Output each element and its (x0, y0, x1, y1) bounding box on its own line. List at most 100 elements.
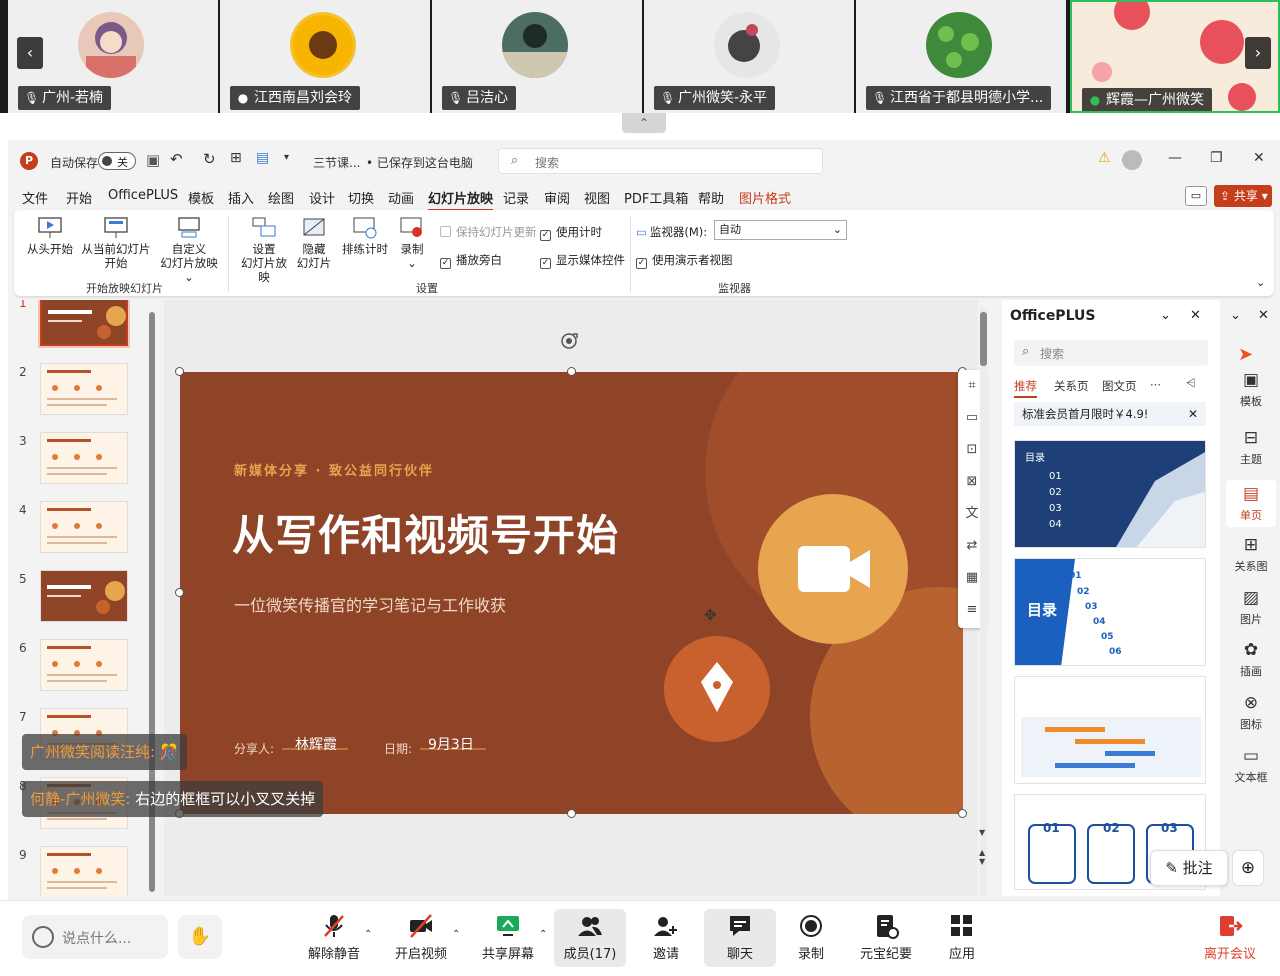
rehearse-timings-button[interactable]: 排练计时 (340, 216, 390, 256)
side-tool-5[interactable]: ✿ 插画 (1226, 640, 1276, 679)
tab-15[interactable]: 图片格式 (739, 188, 791, 207)
meeting-minutes-button[interactable]: 元宝纪要 (850, 909, 922, 967)
change-picture-icon[interactable]: ⇄ (964, 538, 980, 554)
use-timings-checkbox[interactable]: ✓ 使用计时 (540, 224, 602, 241)
tab-2[interactable]: OfficePLUS (108, 188, 178, 203)
tab-14[interactable]: 帮助 (698, 188, 724, 207)
side-tool-0[interactable]: ▣ 模板 (1226, 370, 1276, 409)
record-button[interactable]: 录制 ⌄ (394, 216, 430, 270)
presenter-view-checkbox[interactable]: ✓ 使用演示者视图 (636, 252, 733, 269)
tab-9[interactable]: 幻灯片放映 (428, 188, 494, 211)
slide-thumbnail[interactable] (40, 363, 128, 415)
tab-1[interactable]: 开始 (66, 188, 92, 207)
collapse-ribbon-icon[interactable]: ⌄ (1256, 276, 1265, 289)
side-tool-3[interactable]: ⊞ 关系图 (1226, 535, 1276, 574)
resize-handle[interactable] (567, 367, 576, 376)
play-narration-checkbox[interactable]: ✓ 播放旁白 (440, 252, 502, 269)
tab-11[interactable]: 审阅 (544, 188, 570, 207)
picture-effects-icon[interactable]: ⊠ (964, 474, 980, 490)
slide-thumbnail[interactable] (40, 570, 128, 622)
share-button[interactable]: ⇪ 共享 ▾ (1214, 185, 1272, 207)
from-start-button[interactable]: 从头开始 (24, 216, 76, 256)
slide-thumbnail[interactable] (40, 432, 128, 484)
account-avatar[interactable] (1122, 150, 1142, 170)
customize-qat-icon[interactable]: ▾ (284, 152, 289, 163)
slide-thumbnail[interactable] (38, 300, 130, 348)
chevron-down-icon[interactable]: ⌄ (1160, 308, 1171, 323)
alt-text-icon[interactable]: ⊡ (964, 442, 980, 458)
members-button[interactable]: 成员(17) (554, 909, 626, 967)
prev-slide-icon[interactable]: ▲ ▼ (979, 848, 985, 866)
officeplus-search-input[interactable]: ⌕ 搜索 (1014, 340, 1208, 366)
share-screen-button[interactable]: 共享屏幕 (472, 909, 544, 967)
tab-more[interactable]: ··· (1150, 378, 1161, 392)
present-icon[interactable]: ⊞ (230, 150, 242, 166)
resize-handle[interactable] (958, 809, 967, 818)
canvas-scrollbar[interactable]: ▼ ▲ ▼ (979, 308, 987, 896)
tab-5[interactable]: 绘图 (268, 188, 294, 207)
record-meeting-button[interactable]: 录制 (775, 909, 847, 967)
side-tool-1[interactable]: ⊟ 主题 (1226, 428, 1276, 467)
tab-10[interactable]: 记录 (503, 188, 529, 207)
comments-icon[interactable]: ▭ (1185, 186, 1207, 206)
zoom-button[interactable]: ⊕ (1232, 850, 1264, 886)
tab-relationship[interactable]: 关系页 (1054, 378, 1089, 394)
chevron-up-icon[interactable]: ⌃ (452, 929, 460, 940)
apps-button[interactable]: 应用 (926, 909, 998, 967)
tab-4[interactable]: 插入 (228, 188, 254, 207)
participant-tile[interactable]: 🎙 吕洁心 (432, 0, 642, 113)
search-box[interactable]: ⌕ 搜索 (498, 148, 823, 174)
tab-image-text[interactable]: 图文页 (1102, 378, 1137, 394)
scroll-down-icon[interactable]: ▼ (979, 828, 985, 837)
side-tool-2[interactable]: ▤ 单页 (1226, 480, 1276, 527)
resize-handle[interactable] (567, 809, 576, 818)
slide-thumbnail[interactable] (40, 501, 128, 553)
save-icon[interactable]: ▣ (146, 151, 160, 169)
raise-hand-button[interactable]: ✋ (178, 915, 222, 959)
save-status[interactable]: • 已保存到这台电脑 (366, 154, 473, 171)
redo-icon[interactable]: ↻ (203, 150, 216, 168)
resize-handle[interactable] (175, 588, 184, 597)
promo-banner[interactable]: 标准会员首月限时￥4.9! ✕ (1014, 402, 1206, 426)
template-card[interactable]: 目录 01 02 03 04 05 06 (1014, 558, 1206, 666)
from-current-button[interactable]: 从当前幻灯片 开始 (78, 216, 154, 270)
tab-6[interactable]: 设计 (309, 188, 335, 207)
tab-12[interactable]: 视图 (584, 188, 610, 207)
warning-icon[interactable]: ⚠ (1098, 150, 1111, 166)
chevron-up-icon[interactable]: ⌃ (539, 929, 547, 940)
show-media-controls-checkbox[interactable]: ✓ 显示媒体控件 (540, 252, 625, 269)
participant-tile[interactable]: ● 江西南昌刘会玲 (220, 0, 430, 113)
tab-7[interactable]: 切换 (348, 188, 374, 207)
tab-0[interactable]: 文件 (22, 188, 48, 207)
rotate-handle-icon[interactable] (558, 330, 580, 352)
custom-slideshow-button[interactable]: 自定义 幻灯片放映 ⌄ (156, 216, 222, 284)
filter-icon[interactable]: ⩤ (1186, 376, 1196, 391)
chat-button[interactable]: 聊天 (704, 909, 776, 967)
annotate-button[interactable]: ✎ 批注 (1150, 850, 1228, 886)
side-tool-6[interactable]: ⊗ 图标 (1226, 693, 1276, 732)
participant-tile[interactable]: 🎙 江西省于都县明德小学... (856, 0, 1066, 113)
close-pane-icon[interactable]: ✕ (1190, 308, 1201, 323)
minimize-icon[interactable]: — (1168, 150, 1182, 166)
chevron-down-icon[interactable]: ⌄ (1230, 308, 1241, 323)
chevron-up-icon[interactable]: ⌃ (364, 929, 372, 940)
setup-slideshow-button[interactable]: 设置 幻灯片放映 (236, 216, 292, 284)
crop-icon[interactable]: ⌗ (964, 378, 980, 394)
invite-button[interactable]: 邀请 (630, 909, 702, 967)
tab-3[interactable]: 模板 (188, 188, 214, 207)
close-icon[interactable]: ✕ (1253, 150, 1265, 166)
participant-tile[interactable]: 🎙 广州微笑-永平 (644, 0, 854, 113)
unmute-button[interactable]: 解除静音 (298, 909, 370, 967)
strip-next-button[interactable]: › (1245, 37, 1271, 69)
chat-input[interactable]: 说点什么... (22, 915, 168, 959)
restore-icon[interactable]: ❐ (1210, 150, 1223, 166)
close-banner-icon[interactable]: ✕ (1188, 402, 1198, 426)
current-slide[interactable]: 新媒体分享 · 致公益同行伙伴 从写作和视频号开始 一位微笑传播官的学习笔记与工… (180, 372, 963, 814)
tab-13[interactable]: PDF工具箱 (624, 188, 688, 207)
autosave-toggle[interactable]: 关 (98, 152, 136, 170)
monitor-select[interactable]: 自动 ⌄ (714, 220, 847, 240)
close-icon[interactable]: ✕ (1258, 308, 1269, 323)
hide-slide-button[interactable]: 隐藏 幻灯片 (294, 216, 334, 270)
undo-icon[interactable]: ↶ (170, 150, 183, 168)
format-icon[interactable]: ▤ (256, 150, 269, 166)
